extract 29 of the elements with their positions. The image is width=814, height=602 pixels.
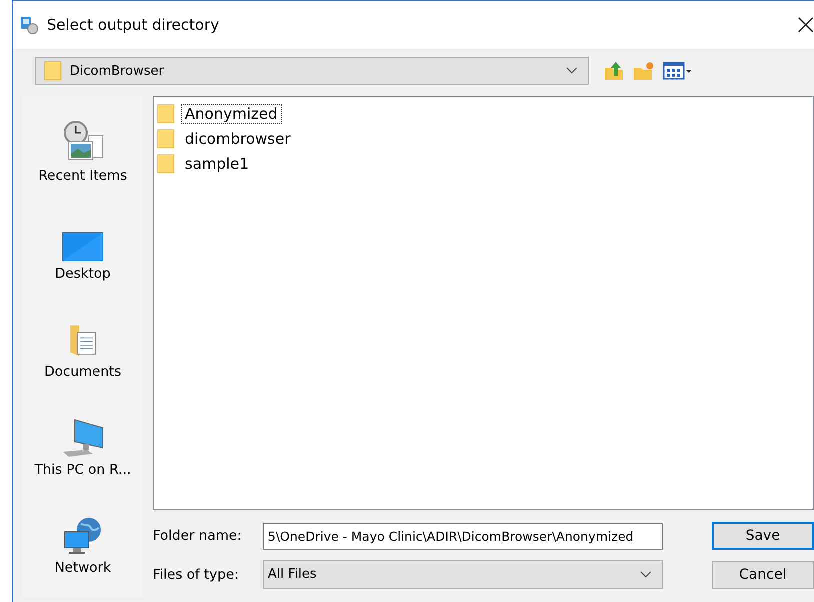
file-type-dropdown[interactable]: All Files	[263, 560, 663, 589]
save-button[interactable]: Save	[712, 522, 814, 550]
files-of-type-label: Files of type:	[153, 566, 240, 582]
view-menu-icon[interactable]	[663, 61, 693, 81]
folder-item[interactable]: sample1	[157, 151, 813, 176]
folder-name-label: Folder name:	[153, 528, 243, 544]
look-in-value: DicomBrowser	[70, 64, 166, 78]
folder-icon	[44, 60, 62, 82]
folder-icon	[157, 152, 175, 174]
cancel-button[interactable]: Cancel	[712, 560, 814, 588]
folder-icon	[157, 128, 175, 150]
folder-item[interactable]: Anonymized	[157, 101, 813, 126]
place-item[interactable]: Network	[54, 502, 112, 576]
look-in-dropdown[interactable]: DicomBrowser	[35, 57, 589, 85]
computer-icon	[61, 418, 105, 458]
place-item[interactable]: Documents	[44, 306, 122, 380]
window-title: Select output directory	[47, 16, 220, 34]
folder-icon	[157, 102, 175, 124]
desktop-icon	[62, 232, 104, 262]
chevron-icon	[566, 67, 578, 75]
place-item[interactable]: Recent Items	[38, 110, 128, 184]
app-icon	[19, 15, 39, 35]
folder-name-field[interactable]: 5\OneDrive - Mayo Clinic\ADIR\DicomBrowser\Anonymized	[263, 522, 663, 550]
place-item[interactable]: Desktop	[55, 208, 111, 282]
close-icon[interactable]	[798, 17, 814, 33]
folder-item[interactable]: dicombrowser	[157, 126, 813, 151]
chevron-icon	[640, 570, 652, 578]
folder-up-icon[interactable]	[603, 60, 625, 82]
place-item[interactable]: This PC on R...	[34, 404, 132, 478]
